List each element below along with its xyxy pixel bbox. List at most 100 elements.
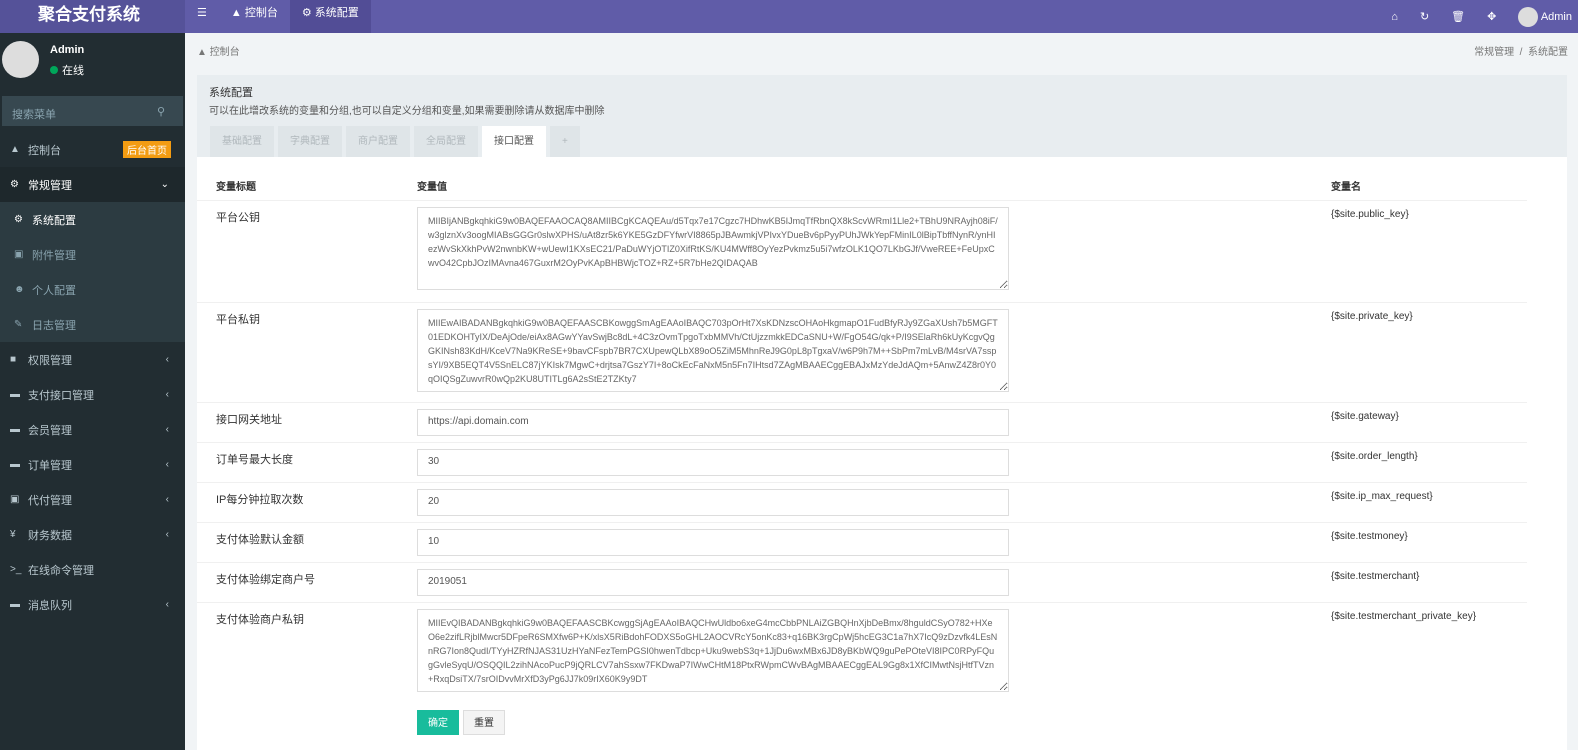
dashboard-icon: ▲: [230, 7, 245, 19]
config-label: 支付体验商户私钥: [216, 614, 304, 626]
config-row: 支付体验商户私钥 MIIEvQIBADANBgkqhkiG9w0BAQEFAASC…: [197, 602, 1527, 702]
sidebar-item-permissions[interactable]: ■ 权限管理 ‹: [0, 342, 185, 377]
app-logo[interactable]: 聚合支付系统: [0, 0, 185, 33]
config-value-textarea[interactable]: MIIEwAIBADANBgkqhkiG9w0BAQEFAASCBKowggSm…: [417, 309, 1009, 392]
config-label: 接口网关地址: [216, 414, 282, 426]
avatar: [1518, 6, 1539, 27]
search-icon[interactable]: ⚲: [157, 105, 165, 118]
config-var-name: {$site.private_key}: [1331, 311, 1413, 322]
menu-search-input[interactable]: 搜索菜单 ⚲: [2, 96, 183, 126]
chevron-left-icon: ‹: [165, 389, 169, 400]
config-label: 支付体验绑定商户号: [216, 574, 315, 586]
user-icon: ☻: [14, 284, 25, 295]
config-var-name: {$site.order_length}: [1331, 451, 1418, 462]
gear-icon: ⚙: [301, 7, 315, 19]
config-row: 订单号最大长度 30 {$site.order_length}: [197, 442, 1527, 482]
config-row: 平台公钥 MIIBIjANBgkqhkiG9w0BAQEFAAOCAQ8AMIIB…: [197, 200, 1527, 302]
chevron-left-icon: ‹: [165, 494, 169, 505]
tab-merchant[interactable]: 商户配置: [346, 126, 410, 157]
user-menu[interactable]: Admin: [1518, 6, 1572, 27]
config-var-name: {$site.testmerchant}: [1331, 571, 1420, 582]
image-icon: ▣: [14, 249, 24, 260]
sidebar-item-profile[interactable]: ☻ 个人配置: [0, 272, 185, 307]
config-row: 支付体验绑定商户号 2019051 {$site.testmerchant}: [197, 562, 1527, 602]
group-icon: ■: [10, 354, 17, 365]
config-row: 平台私钥 MIIEwAIBADANBgkqhkiG9w0BAQEFAASCBKow…: [197, 302, 1527, 402]
config-label: 订单号最大长度: [216, 454, 293, 466]
sidebar-item-queue[interactable]: ▬ 消息队列 ‹: [0, 587, 185, 622]
config-var-name: {$site.testmoney}: [1331, 531, 1408, 542]
tab-add[interactable]: +: [550, 126, 580, 157]
config-row: 支付体验默认金额 10 {$site.testmoney}: [197, 522, 1527, 562]
sidebar: Admin 在线 搜索菜单 ⚲ ▲ 控制台 后台首页 ⚙ 常规管理 ⌄ ⚙ 系统配置 ▣ 附件…: [0, 33, 185, 750]
user-status: 在线: [50, 62, 84, 78]
config-value-textarea[interactable]: MIIBIjANBgkqhkiG9w0BAQEFAAOCAQ8AMIIBCgKC…: [417, 207, 1009, 290]
topbar: 聚合支付系统 ☰ ▲ 控制台 ⚙ 系统配置 ⌂ ↻ 🗑 ✥ Admin: [0, 0, 1578, 33]
money-icon: ▣: [10, 494, 20, 505]
chevron-left-icon: ‹: [165, 354, 169, 365]
refresh-icon[interactable]: ↻: [1420, 10, 1429, 23]
reset-button[interactable]: 重置: [463, 710, 505, 735]
sidebar-item-payment-api[interactable]: ▬ 支付接口管理 ‹: [0, 377, 185, 412]
sidebar-item-finance[interactable]: ¥ 财务数据 ‹: [0, 517, 185, 552]
config-value-textarea[interactable]: MIIEvQIBADANBgkqhkiG9w0BAQEFAASCBKcwggSj…: [417, 609, 1009, 692]
tab-api[interactable]: 接口配置: [482, 126, 546, 157]
sidebar-item-commands[interactable]: >_ 在线命令管理: [0, 552, 185, 587]
config-value-input[interactable]: https://api.domain.com: [417, 409, 1009, 436]
chevron-left-icon: ‹: [165, 459, 169, 470]
chevron-left-icon: ‹: [165, 529, 169, 540]
config-row: 接口网关地址 https://api.domain.com {$site.gatew…: [197, 402, 1527, 442]
dashboard-icon: ▲: [10, 144, 20, 155]
config-label: 平台私钥: [216, 314, 260, 326]
topnav-system-config[interactable]: ⚙ 系统配置: [289, 0, 371, 33]
header-title: 变量标题: [216, 182, 256, 193]
sidebar-item-logs[interactable]: ✎ 日志管理: [0, 307, 185, 342]
card-icon: ▬: [10, 424, 20, 435]
config-label: 支付体验默认金额: [216, 534, 304, 546]
sidebar-item-general[interactable]: ⚙ 常规管理 ⌄: [0, 167, 185, 202]
home-icon[interactable]: ⌂: [1391, 11, 1398, 23]
badge: 后台首页: [123, 141, 171, 158]
config-var-name: {$site.gateway}: [1331, 411, 1399, 422]
tab-basic[interactable]: 基础配置: [210, 126, 274, 157]
config-var-name: {$site.public_key}: [1331, 209, 1409, 220]
gear-icon: ⚙: [14, 214, 23, 225]
cogs-icon: ⚙: [10, 179, 19, 190]
chevron-down-icon: ⌄: [160, 179, 169, 190]
panel-title: 系统配置: [209, 87, 253, 99]
config-value-input[interactable]: 2019051: [417, 569, 1009, 596]
sidebar-item-dashboard[interactable]: ▲ 控制台 后台首页: [0, 132, 185, 167]
yen-icon: ¥: [10, 529, 16, 540]
config-value-input[interactable]: 20: [417, 489, 1009, 516]
fullscreen-icon[interactable]: ✥: [1487, 10, 1496, 23]
list-icon: ▬: [10, 459, 20, 470]
tab-global[interactable]: 全局配置: [414, 126, 478, 157]
config-label: 平台公钥: [216, 212, 260, 224]
config-value-input[interactable]: 10: [417, 529, 1009, 556]
menu-toggle-icon[interactable]: ☰: [185, 0, 219, 33]
user-name: Admin: [50, 44, 85, 56]
breadcrumb-home[interactable]: ▲ 控制台: [197, 43, 240, 58]
terminal-icon: >_: [10, 564, 22, 575]
config-panel: 系统配置 可以在此增改系统的变量和分组,也可以自定义分组和变量,如果需要删除请从…: [197, 75, 1567, 750]
sidebar-item-attachments[interactable]: ▣ 附件管理: [0, 237, 185, 272]
submit-button[interactable]: 确定: [417, 710, 459, 735]
config-label: IP每分钟拉取次数: [216, 494, 304, 506]
sidebar-item-payouts[interactable]: ▣ 代付管理 ‹: [0, 482, 185, 517]
chevron-left-icon: ‹: [165, 424, 169, 435]
config-value-input[interactable]: 30: [417, 449, 1009, 476]
log-icon: ✎: [14, 319, 23, 330]
chevron-left-icon: ‹: [165, 599, 169, 610]
header-value: 变量值: [417, 182, 447, 193]
user-avatar: [2, 41, 39, 78]
breadcrumb: 常规管理 / 系统配置: [1474, 47, 1568, 58]
sidebar-item-system-config[interactable]: ⚙ 系统配置: [0, 202, 185, 237]
topnav-dashboard[interactable]: ▲ 控制台: [219, 0, 290, 33]
dashboard-icon: ▲: [197, 47, 210, 58]
trash-icon[interactable]: 🗑: [1451, 10, 1465, 23]
list-icon: ▬: [10, 599, 20, 610]
tab-dictionary[interactable]: 字典配置: [278, 126, 342, 157]
config-var-name: {$site.ip_max_request}: [1331, 491, 1433, 502]
sidebar-item-orders[interactable]: ▬ 订单管理 ‹: [0, 447, 185, 482]
sidebar-item-members[interactable]: ▬ 会员管理 ‹: [0, 412, 185, 447]
